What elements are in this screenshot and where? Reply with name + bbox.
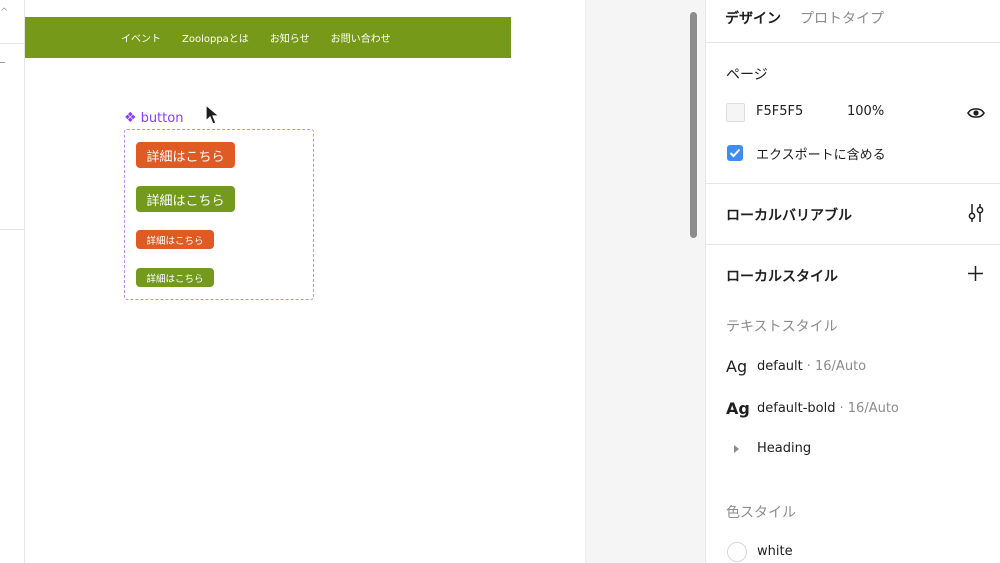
component-icon: ❖ — [124, 110, 137, 126]
text-style-name: default — [757, 358, 803, 374]
divider — [0, 43, 25, 44]
text-style-name: default-bold — [757, 400, 836, 416]
component-label[interactable]: ❖ button — [124, 110, 183, 126]
text-style-meta: · 16/Auto — [839, 400, 899, 416]
plus-icon[interactable] — [968, 266, 983, 281]
tab-prototype[interactable]: プロトタイプ — [800, 8, 884, 28]
text-style-sample: Ag — [726, 356, 748, 376]
text-style-default[interactable]: Ag default · 16/Auto — [726, 356, 866, 376]
figma-editor: ^ イベント Zooloppaとは お知らせ お問い合わせ ❖ button 詳… — [0, 0, 1000, 563]
text-style-meta: · 16/Auto — [806, 358, 867, 374]
nav-item-news[interactable]: お知らせ — [270, 30, 310, 45]
caret-right-icon[interactable] — [734, 445, 739, 453]
export-checkbox-label: エクスポートに含める — [756, 148, 886, 163]
export-checkbox[interactable] — [727, 145, 743, 161]
text-style-sample: Ag — [726, 398, 750, 418]
local-styles-title: ローカルスタイル — [726, 269, 838, 285]
divider — [706, 244, 1000, 245]
nav-item-contact[interactable]: お問い合わせ — [331, 30, 391, 45]
divider — [706, 183, 1000, 184]
component-name: button — [140, 110, 184, 126]
canvas-scrollbar[interactable] — [690, 12, 697, 238]
site-nav-bar[interactable]: イベント Zooloppaとは お知らせ お問い合わせ — [25, 17, 511, 58]
button-large-green[interactable]: 詳細はこちら — [136, 186, 235, 212]
heading-style-group[interactable]: Heading — [757, 441, 811, 456]
divider — [0, 229, 25, 230]
text-style-default-bold[interactable]: Ag default-bold · 16/Auto — [726, 398, 899, 418]
page-section-title: ページ — [726, 67, 768, 83]
page-color-hex[interactable]: F5F5F5 — [756, 104, 803, 119]
tab-design[interactable]: デザイン — [725, 8, 781, 28]
color-styles-label: 色スタイル — [726, 505, 796, 521]
text-styles-label: テキストスタイル — [726, 319, 838, 335]
cursor-icon — [205, 104, 221, 125]
button-large-orange[interactable]: 詳細はこちら — [136, 142, 235, 168]
nav-item-event[interactable]: イベント — [121, 30, 161, 45]
check-icon — [729, 148, 741, 158]
sliders-icon[interactable] — [968, 203, 984, 223]
eye-icon[interactable] — [967, 106, 985, 120]
local-variables-title[interactable]: ローカルバリアブル — [726, 205, 852, 225]
canvas-gutter — [585, 0, 705, 563]
button-small-orange[interactable]: 詳細はこちら — [136, 230, 214, 249]
collapse-marker — [0, 62, 5, 63]
color-style-swatch[interactable] — [727, 542, 747, 562]
button-small-green[interactable]: 詳細はこちら — [136, 268, 214, 287]
color-style-name[interactable]: white — [757, 544, 793, 559]
nav-item-about[interactable]: Zooloppaとは — [182, 30, 249, 45]
panel-tabs: デザイン プロトタイプ — [706, 0, 1000, 43]
layers-panel-edge: ^ — [0, 0, 25, 563]
chevron-up-icon[interactable]: ^ — [0, 8, 8, 18]
page-color-swatch[interactable] — [726, 103, 745, 122]
properties-panel: デザイン プロトタイプ ページ F5F5F5 100% エクスポートに含める ロ… — [705, 0, 1000, 563]
page-color-opacity[interactable]: 100% — [847, 104, 884, 119]
